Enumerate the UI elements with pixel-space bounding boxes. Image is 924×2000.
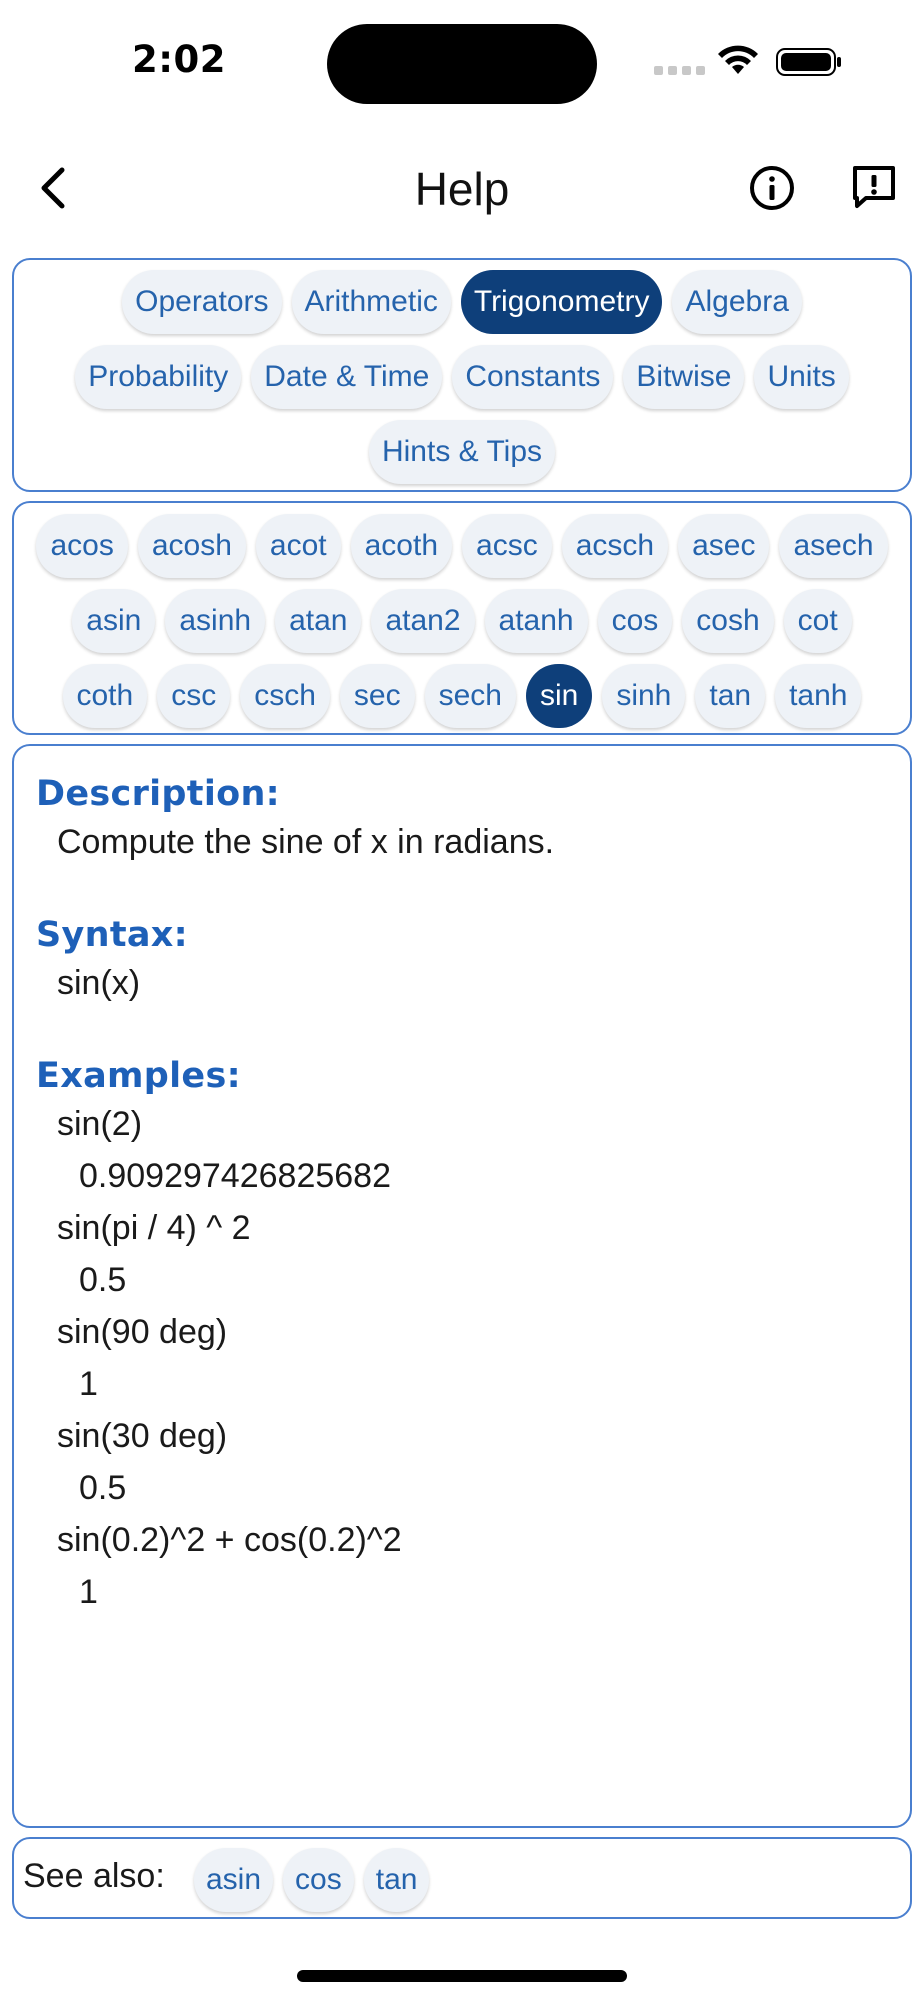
example-expression: sin(0.2)^2 + cos(0.2)^2 [57, 1521, 402, 1559]
category-row: Probability Date & Time Constants Bitwis… [14, 345, 910, 409]
function-panel: acos acosh acot acoth acsc acsch asec as… [12, 501, 912, 735]
see-also-chip-tan[interactable]: tan [363, 1848, 430, 1912]
function-chip-atan2[interactable]: atan2 [371, 589, 475, 653]
description-text: Compute the sine of x in radians. [57, 823, 555, 861]
function-chip-sech[interactable]: sech [424, 664, 516, 728]
example-expression: sin(pi / 4) ^ 2 [57, 1209, 251, 1247]
example-result: 1 [79, 1573, 98, 1611]
navigation-bar: Help [0, 140, 924, 235]
function-chip-coth[interactable]: coth [62, 664, 148, 728]
function-row: acos acosh acot acoth acsc acsch asec as… [14, 514, 910, 578]
function-chip-acoth[interactable]: acoth [350, 514, 453, 578]
function-chip-atan[interactable]: atan [275, 589, 362, 653]
function-chip-acsch[interactable]: acsch [561, 514, 669, 578]
feedback-icon [853, 166, 895, 208]
category-panel: Operators Arithmetic Trigonometry Algebr… [12, 258, 912, 492]
function-chip-sinh[interactable]: sinh [602, 664, 686, 728]
examples-heading: Examples: [36, 1056, 241, 1096]
category-chip-arithmetic[interactable]: Arithmetic [291, 270, 451, 334]
function-row: asin asinh atan atan2 atanh cos cosh cot [14, 589, 910, 653]
category-chip-bitwise[interactable]: Bitwise [623, 345, 745, 409]
dynamic-island [327, 24, 597, 104]
example-result: 0.5 [79, 1469, 127, 1507]
info-button[interactable] [744, 160, 800, 216]
syntax-heading: Syntax: [36, 915, 188, 955]
function-chip-acsc[interactable]: acsc [462, 514, 552, 578]
help-screen: 2:02 Help Operators Arithmetic Trigonome… [0, 0, 924, 2000]
category-row: Hints & Tips [14, 420, 910, 484]
category-chip-date-time[interactable]: Date & Time [251, 345, 443, 409]
function-chip-asech[interactable]: asech [779, 514, 888, 578]
see-also-chip-asin[interactable]: asin [194, 1848, 274, 1912]
function-chip-asec[interactable]: asec [678, 514, 770, 578]
category-chip-trigonometry[interactable]: Trigonometry [460, 270, 663, 334]
function-chip-sin[interactable]: sin [525, 664, 593, 728]
example-result: 0.5 [79, 1261, 127, 1299]
info-circle-icon [750, 166, 794, 210]
example-result: 1 [79, 1365, 98, 1403]
function-chip-acosh[interactable]: acosh [137, 514, 246, 578]
category-chip-algebra[interactable]: Algebra [672, 270, 802, 334]
description-heading: Description: [36, 774, 280, 814]
function-chip-tanh[interactable]: tanh [775, 664, 862, 728]
function-chip-acot[interactable]: acot [255, 514, 341, 578]
wifi-icon [718, 45, 758, 74]
function-chip-asinh[interactable]: asinh [165, 589, 266, 653]
function-chip-atanh[interactable]: atanh [484, 589, 588, 653]
example-expression: sin(30 deg) [57, 1417, 228, 1455]
cellular-signal-icon [654, 66, 705, 75]
help-content-panel: Description: Compute the sine of x in ra… [12, 744, 912, 1828]
battery-icon [776, 48, 841, 76]
feedback-button[interactable] [846, 160, 902, 216]
function-chip-csch[interactable]: csch [240, 664, 330, 728]
function-chip-csc[interactable]: csc [157, 664, 231, 728]
category-chip-probability[interactable]: Probability [75, 345, 242, 409]
function-chip-tan[interactable]: tan [695, 664, 766, 728]
category-chip-operators[interactable]: Operators [122, 270, 282, 334]
function-chip-cosh[interactable]: cosh [682, 589, 774, 653]
function-chip-cot[interactable]: cot [783, 589, 852, 653]
category-chip-constants[interactable]: Constants [452, 345, 614, 409]
category-chip-hints-tips[interactable]: Hints & Tips [368, 420, 556, 484]
function-chip-asin[interactable]: asin [72, 589, 156, 653]
function-chip-cos[interactable]: cos [597, 589, 673, 653]
syntax-text: sin(x) [57, 964, 141, 1002]
example-expression: sin(90 deg) [57, 1313, 228, 1351]
category-row: Operators Arithmetic Trigonometry Algebr… [14, 270, 910, 334]
function-chip-acos[interactable]: acos [36, 514, 128, 578]
function-row: coth csc csch sec sech sin sinh tan tanh [14, 664, 910, 728]
see-also-chip-cos[interactable]: cos [283, 1848, 354, 1912]
category-chip-units[interactable]: Units [754, 345, 849, 409]
status-time: 2:02 [132, 38, 227, 81]
status-bar: 2:02 [0, 0, 924, 124]
examples-list: sin(2) 0.909297426825682 sin(pi / 4) ^ 2… [36, 1098, 888, 1618]
example-result: 0.909297426825682 [79, 1157, 391, 1195]
see-also-panel: See also: asin cos tan [12, 1837, 912, 1919]
home-indicator[interactable] [297, 1970, 627, 1982]
function-chip-sec[interactable]: sec [339, 664, 415, 728]
example-expression: sin(2) [57, 1105, 143, 1143]
see-also-label: See also: [23, 1857, 165, 1895]
see-also-list: asin cos tan [194, 1848, 430, 1912]
